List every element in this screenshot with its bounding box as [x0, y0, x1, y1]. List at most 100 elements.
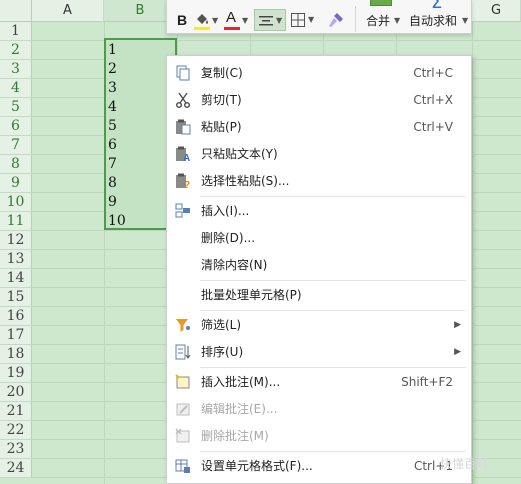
row-header[interactable]: 12 — [0, 231, 32, 250]
menu-item-paste[interactable]: 粘贴(P) Ctrl+V — [167, 114, 471, 140]
column-header-g[interactable]: G — [472, 0, 521, 22]
cell-b6[interactable]: 5 — [108, 117, 117, 136]
menu-item-shortcut: Ctrl+V — [413, 120, 453, 134]
cell-b4[interactable]: 3 — [108, 79, 117, 98]
autosum-label: 自动求和 — [409, 14, 458, 28]
align-center-button[interactable]: ▼ — [254, 9, 286, 31]
menu-item-cut[interactable]: 剪切(T) Ctrl+X — [167, 87, 471, 113]
cell-b7[interactable]: 6 — [108, 136, 117, 155]
chevron-right-icon: ▶ — [454, 347, 461, 357]
menu-item-label: 粘贴(P) — [201, 120, 242, 134]
svg-text:A: A — [183, 153, 190, 162]
fill-color-button[interactable]: ▼ — [193, 9, 219, 31]
menu-item-clear-contents[interactable]: 清除内容(N) — [167, 252, 471, 278]
menu-item-format-cells[interactable]: 设置单元格格式(F)... Ctrl+1 — [167, 453, 471, 479]
row-header[interactable]: 23 — [0, 440, 32, 459]
format-cells-icon — [175, 459, 190, 473]
menu-item-label: 插入(I)... — [201, 204, 250, 218]
row-header[interactable]: 9 — [0, 174, 32, 193]
font-color-button[interactable]: A ▼ — [223, 9, 251, 31]
cell-b3[interactable]: 2 — [108, 60, 117, 79]
row-header[interactable]: 13 — [0, 250, 32, 269]
menu-item-sort[interactable]: 排序(U) ▶ — [167, 339, 471, 365]
row-header[interactable]: 6 — [0, 117, 32, 136]
row-header[interactable]: 14 — [0, 269, 32, 288]
menu-item-label: 排序(U) — [201, 345, 244, 359]
menu-item-label: 设置单元格格式(F)... — [201, 459, 313, 473]
sort-icon — [175, 344, 191, 360]
chevron-down-icon: ▼ — [242, 16, 249, 25]
menu-item-label: 删除(D)... — [201, 231, 256, 245]
row-header[interactable]: 10 — [0, 193, 32, 212]
borders-icon — [291, 13, 305, 27]
context-menu: 复制(C) Ctrl+C 剪切(T) Ctrl+X 粘贴(P) Ctrl+V A… — [166, 55, 472, 484]
menu-item-label: 批量处理单元格(P) — [201, 288, 302, 302]
cell-b11[interactable]: 10 — [108, 212, 126, 231]
cell-b2[interactable]: 1 — [108, 41, 117, 60]
select-all-corner[interactable] — [0, 0, 32, 22]
menu-item-filter[interactable]: 筛选(L) ▶ — [167, 312, 471, 338]
menu-item-shortcut: Shift+F2 — [401, 375, 453, 389]
delete-comment-icon — [175, 428, 190, 443]
cell-b9[interactable]: 8 — [108, 174, 117, 193]
row-header[interactable]: 4 — [0, 79, 32, 98]
row-header[interactable]: 21 — [0, 402, 32, 421]
menu-item-shortcut: Ctrl+X — [413, 93, 453, 107]
chevron-down-icon: ▼ — [308, 15, 315, 24]
insert-icon — [175, 203, 190, 218]
menu-item-label: 剪切(T) — [201, 93, 242, 107]
row-header[interactable]: 5 — [0, 98, 32, 117]
menu-item-label: 选择性粘贴(S)... — [201, 174, 290, 188]
row-header[interactable]: 2 — [0, 41, 32, 60]
format-painter-icon — [329, 13, 343, 27]
menu-item-batch-process[interactable]: 批量处理单元格(P) — [167, 282, 471, 308]
menu-item-copy[interactable]: 复制(C) Ctrl+C — [167, 60, 471, 86]
row-header[interactable]: 18 — [0, 345, 32, 364]
chevron-down-icon: ▼ — [462, 16, 469, 25]
cell-b8[interactable]: 7 — [108, 155, 117, 174]
row-header[interactable]: 3 — [0, 60, 32, 79]
row-header[interactable]: 7 — [0, 136, 32, 155]
row-header[interactable]: 16 — [0, 307, 32, 326]
insert-comment-icon — [175, 374, 190, 389]
autosum-button[interactable]: Σ 自动求和 ▼ — [407, 0, 471, 34]
cell-b5[interactable]: 4 — [108, 98, 117, 117]
menu-item-label: 删除批注(M) — [201, 429, 269, 443]
merge-label: 合并 — [366, 14, 391, 28]
svg-text:?: ? — [184, 180, 190, 189]
chevron-down-icon: ▼ — [212, 16, 219, 25]
align-center-icon — [259, 16, 273, 26]
merge-button[interactable]: 合并 ▼ — [361, 0, 401, 34]
chevron-right-icon: ▶ — [454, 320, 461, 330]
menu-item-delete[interactable]: 删除(D)... — [167, 225, 471, 251]
row-header[interactable]: 11 — [0, 212, 32, 231]
paint-bucket-icon — [197, 14, 208, 24]
menu-item-label: 复制(C) — [201, 66, 243, 80]
row-header[interactable]: 1 — [0, 22, 32, 41]
row-header[interactable]: 8 — [0, 155, 32, 174]
bold-button[interactable]: B — [173, 9, 191, 31]
cell-b10[interactable]: 9 — [108, 193, 117, 212]
menu-item-paste-text-only[interactable]: A 只粘贴文本(Y) — [167, 141, 471, 167]
row-header[interactable]: 22 — [0, 421, 32, 440]
format-painter-button[interactable] — [325, 9, 347, 31]
row-header[interactable]: 20 — [0, 383, 32, 402]
row-header[interactable]: 19 — [0, 364, 32, 383]
column-header-a[interactable]: A — [32, 0, 104, 22]
watermark: 快懂百科 — [440, 457, 489, 471]
menu-item-insert-comment[interactable]: 插入批注(M)... Shift+F2 — [167, 369, 471, 395]
paste-icon — [176, 119, 191, 135]
row-header[interactable]: 15 — [0, 288, 32, 307]
scissors-icon — [175, 92, 191, 108]
row-header[interactable]: 24 — [0, 459, 32, 478]
menu-item-paste-special[interactable]: ? 选择性粘贴(S)... — [167, 168, 471, 194]
borders-button[interactable]: ▼ — [289, 9, 319, 31]
menu-item-edit-comment[interactable]: 编辑批注(E)... — [167, 396, 471, 422]
chevron-down-icon: ▼ — [394, 16, 401, 25]
menu-item-insert[interactable]: 插入(I)... — [167, 198, 471, 224]
row-header[interactable]: 17 — [0, 326, 32, 345]
menu-item-label: 只粘贴文本(Y) — [201, 147, 278, 161]
menu-item-label: 插入批注(M)... — [201, 375, 281, 389]
edit-comment-icon — [176, 403, 190, 416]
menu-item-delete-comment[interactable]: 删除批注(M) — [167, 423, 471, 449]
